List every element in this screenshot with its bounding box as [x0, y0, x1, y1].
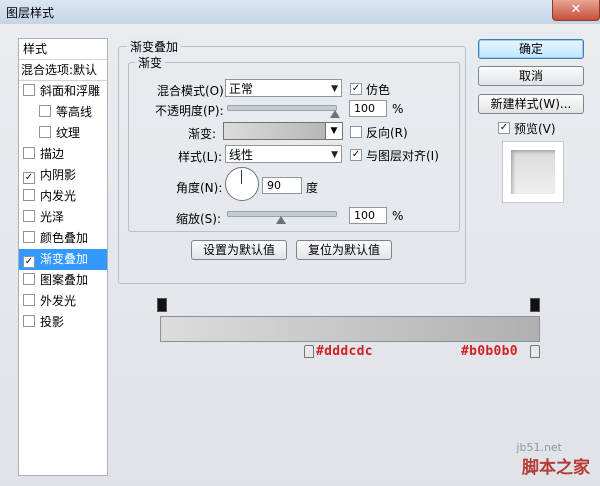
style-list-item-label: 颜色叠加 — [40, 231, 89, 245]
style-list-checkbox[interactable] — [23, 273, 35, 285]
title-bar: 图层样式 ✕ — [0, 0, 600, 25]
opacity-input[interactable]: 100 — [349, 100, 387, 117]
style-list-item[interactable]: 图案叠加 — [19, 270, 107, 291]
style-list-item-label: 渐变叠加 — [40, 252, 89, 266]
style-preview-swatch — [511, 150, 555, 194]
style-list-item-label: 内阴影 — [40, 168, 77, 182]
style-list-item-label: 投影 — [40, 315, 65, 329]
style-list-item[interactable]: 描边 — [19, 144, 107, 165]
style-list-checkbox[interactable] — [23, 147, 35, 159]
style-list-item[interactable]: 颜色叠加 — [19, 228, 107, 249]
style-list-item[interactable]: 外发光 — [19, 291, 107, 312]
angle-label: 角度(N): — [176, 181, 223, 195]
opacity-stop-right[interactable] — [530, 298, 540, 312]
style-list-item[interactable]: 等高线 — [19, 102, 107, 123]
blend-mode-select[interactable]: 正常 ▼ — [225, 79, 342, 97]
new-style-button[interactable]: 新建样式(W)... — [478, 94, 584, 114]
style-list-item[interactable]: 纹理 — [19, 123, 107, 144]
opacity-label: 不透明度(P): — [155, 104, 224, 118]
angle-dial-needle — [241, 170, 242, 184]
preview-checkbox[interactable]: ✓ — [498, 122, 510, 134]
style-list-item[interactable]: 内发光 — [19, 186, 107, 207]
dither-label: 仿色 — [366, 83, 391, 97]
align-with-layer-checkbox[interactable]: ✓ — [350, 149, 362, 161]
chevron-down-icon[interactable]: ▼ — [325, 123, 342, 139]
angle-value: 90 — [267, 179, 281, 192]
style-list-item[interactable]: 斜面和浮雕 — [19, 81, 107, 102]
opacity-slider-track[interactable] — [227, 105, 337, 111]
chevron-down-icon: ▼ — [331, 84, 338, 94]
opacity-stop-left[interactable] — [157, 298, 167, 312]
color-stop-left[interactable] — [304, 345, 314, 358]
style-list-item-label: 等高线 — [56, 105, 93, 119]
style-list-item-label: 外发光 — [40, 294, 77, 308]
style-list-item[interactable]: ✓ 渐变叠加 — [19, 249, 107, 270]
gradient-overlay-title: 渐变叠加 — [127, 38, 182, 55]
style-list-checkbox[interactable] — [23, 210, 35, 222]
style-list-checkbox[interactable] — [23, 189, 35, 201]
style-list-item[interactable]: 投影 — [19, 312, 107, 333]
style-list-item-label: 斜面和浮雕 — [40, 84, 101, 98]
style-list-item-label: 图案叠加 — [40, 273, 89, 287]
opacity-value: 100 — [354, 102, 375, 115]
blend-mode-label: 混合模式(O): — [157, 84, 228, 98]
style-list-item-label: 纹理 — [56, 126, 81, 140]
color-stop-right[interactable] — [530, 345, 540, 358]
blend-mode-value: 正常 — [229, 82, 254, 96]
style-list-item-label: 光泽 — [40, 210, 65, 224]
gradient-picker[interactable]: ▼ — [223, 122, 343, 140]
scale-value: 100 — [354, 209, 375, 222]
style-label: 样式(L): — [178, 150, 223, 164]
scale-unit: % — [392, 209, 404, 223]
watermark-brand: 脚本之家 — [522, 458, 590, 478]
angle-input[interactable]: 90 — [262, 177, 302, 194]
gradient-preview-bar — [160, 316, 540, 342]
angle-unit: 度 — [306, 181, 319, 195]
style-list-header[interactable]: 样式 — [19, 39, 107, 60]
reverse-checkbox[interactable] — [350, 126, 362, 138]
preview-label: 预览(V) — [514, 122, 556, 136]
ok-button[interactable]: 确定 — [478, 39, 584, 59]
reset-to-default-button[interactable]: 复位为默认值 — [296, 240, 392, 260]
end-color-label: #b0b0b0 — [461, 344, 518, 359]
dither-checkbox[interactable]: ✓ — [350, 83, 362, 95]
align-with-layer-label: 与图层对齐(I) — [366, 149, 439, 163]
style-select[interactable]: 线性 ▼ — [225, 145, 342, 163]
style-list-checkbox[interactable] — [23, 231, 35, 243]
style-list-item-label: 内发光 — [40, 189, 77, 203]
style-list-item[interactable]: ✓ 内阴影 — [19, 165, 107, 186]
style-list-checkbox[interactable]: ✓ — [23, 172, 35, 184]
blending-options-item[interactable]: 混合选项:默认 — [19, 60, 107, 81]
style-list: 样式 混合选项:默认 斜面和浮雕等高线纹理描边 ✓ 内阴影内发光光泽颜色叠加 ✓ 渐变叠… — [18, 38, 108, 476]
start-color-label: #dddcdc — [316, 344, 373, 359]
style-preview — [502, 141, 564, 203]
style-list-checkbox[interactable] — [39, 105, 51, 117]
angle-dial[interactable] — [225, 167, 259, 201]
style-value: 线性 — [229, 148, 254, 162]
style-list-checkbox[interactable] — [23, 315, 35, 327]
scale-label: 缩放(S): — [176, 212, 222, 226]
style-list-item[interactable]: 光泽 — [19, 207, 107, 228]
close-icon[interactable]: ✕ — [552, 0, 600, 21]
opacity-slider-thumb[interactable] — [330, 110, 340, 118]
gradient-subgroup-title: 渐变 — [135, 54, 166, 71]
style-list-checkbox[interactable] — [23, 84, 35, 96]
cancel-button[interactable]: 取消 — [478, 66, 584, 86]
window-title: 图层样式 — [6, 6, 55, 20]
style-list-checkbox[interactable]: ✓ — [23, 256, 35, 268]
scale-input[interactable]: 100 — [349, 207, 387, 224]
style-list-checkbox[interactable] — [23, 294, 35, 306]
chevron-down-icon: ▼ — [331, 150, 338, 160]
opacity-unit: % — [392, 102, 404, 116]
scale-slider-thumb[interactable] — [276, 216, 286, 224]
reverse-label: 反向(R) — [366, 126, 408, 140]
gradient-label: 渐变: — [188, 127, 217, 141]
layer-style-dialog: 样式 混合选项:默认 斜面和浮雕等高线纹理描边 ✓ 内阴影内发光光泽颜色叠加 ✓ 渐变叠… — [0, 24, 600, 486]
style-list-checkbox[interactable] — [39, 126, 51, 138]
set-as-default-button[interactable]: 设置为默认值 — [191, 240, 287, 260]
style-list-item-label: 描边 — [40, 147, 65, 161]
